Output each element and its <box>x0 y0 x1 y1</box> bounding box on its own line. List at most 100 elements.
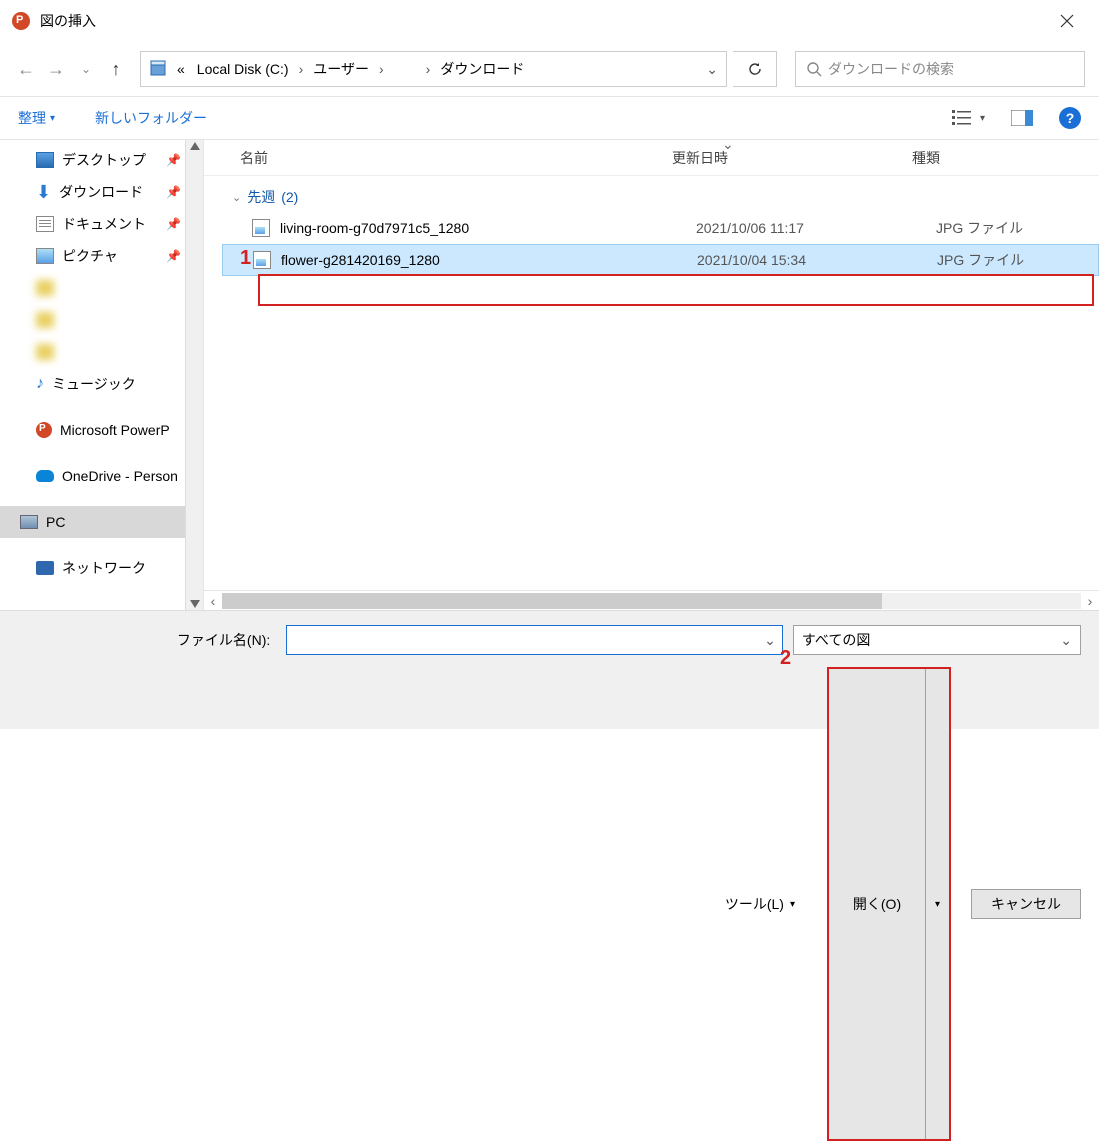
chevron-right-icon: › <box>297 61 306 77</box>
file-name: flower-g281420169_1280 <box>281 252 697 268</box>
sidebar-item[interactable]: OneDrive - Person <box>0 460 203 492</box>
titlebar: 図の挿入 <box>0 0 1099 42</box>
sidebar-item[interactable]: PC <box>0 506 203 538</box>
chevron-down-icon: ▾ <box>790 899 795 910</box>
new-folder-button[interactable]: 新しいフォルダー <box>95 108 207 128</box>
preview-pane-button[interactable] <box>1011 110 1033 126</box>
pin-icon: 📌 <box>166 185 181 199</box>
file-name: living-room-g70d7971c5_1280 <box>280 220 696 236</box>
group-label: 先週 <box>247 187 275 207</box>
sidebar-item-label: OneDrive - Person <box>62 468 178 484</box>
organize-button[interactable]: 整理▾ <box>18 108 55 128</box>
back-arrow-icon[interactable]: ← <box>14 57 38 81</box>
breadcrumb-part[interactable]: ダウンロード <box>436 57 528 81</box>
sidebar-item-label: Microsoft PowerP <box>60 422 170 438</box>
file-date: 2021/10/06 11:17 <box>696 220 936 236</box>
pin-icon: 📌 <box>166 153 181 167</box>
view-details-button[interactable]: ▾ <box>952 109 985 127</box>
sidebar-item[interactable]: Microsoft PowerP <box>0 414 203 446</box>
chevron-right-icon: › <box>377 61 386 77</box>
filename-input[interactable]: ⌄ <box>286 625 783 655</box>
sidebar-scrollbar[interactable] <box>185 140 203 610</box>
search-input[interactable]: ダウンロードの検索 <box>795 51 1085 87</box>
bottom-panel: ファイル名(N): ⌄ すべての図 ⌄ ツール(L) ▾ 開く(O) ▾ キャン… <box>0 610 1099 729</box>
sidebar-item-label: PC <box>46 514 65 530</box>
dropdown-history-icon[interactable]: ⌄ <box>74 57 98 81</box>
folder-icon <box>36 280 54 296</box>
column-date[interactable]: ⌄ 更新日時 <box>672 148 912 168</box>
address-bar[interactable]: « Local Disk (C:) › ユーザー › › ダウンロード ⌄ <box>140 51 727 87</box>
chevron-down-icon: ▾ <box>935 899 940 910</box>
sidebar-item[interactable] <box>0 304 203 336</box>
file-row[interactable]: flower-g281420169_12802021/10/04 15:34JP… <box>222 244 1099 276</box>
group-count: (2) <box>281 189 298 205</box>
help-icon[interactable]: ? <box>1059 107 1081 129</box>
breadcrumb-part[interactable] <box>390 67 420 71</box>
chevron-down-icon[interactable]: ⌄ <box>764 632 776 649</box>
scroll-left-icon[interactable]: ‹ <box>204 593 222 609</box>
sidebar-item-label: ミュージック <box>52 374 136 394</box>
network-icon <box>36 561 54 575</box>
close-icon[interactable] <box>1047 1 1087 41</box>
file-date: 2021/10/04 15:34 <box>697 252 937 268</box>
sidebar-item-label: ネットワーク <box>62 558 146 578</box>
sidebar-item[interactable] <box>0 272 203 304</box>
h-scrollbar[interactable]: ‹ › <box>204 590 1099 610</box>
sidebar-item[interactable]: ピクチャ📌 <box>0 240 203 272</box>
file-area: 名前 ⌄ 更新日時 種類 ⌄ 先週 (2) living-room-g70d79… <box>204 140 1099 610</box>
filetype-dropdown[interactable]: すべての図 ⌄ <box>793 625 1081 655</box>
music-icon: ♪ <box>36 375 44 393</box>
chevron-down-icon: ▾ <box>980 113 985 124</box>
forward-arrow-icon[interactable]: → <box>44 57 68 81</box>
disk-icon <box>149 59 169 79</box>
sidebar-item-label: ダウンロード <box>59 182 143 202</box>
download-icon: ⬇ <box>36 183 51 201</box>
sidebar: デスクトップ 📌 ⬇ ダウンロード 📌 ドキュメント 📌 ピクチャ📌 ♪ ミュージック Micros… <box>0 140 204 610</box>
filename-label: ファイル名(N): <box>18 630 276 650</box>
refresh-button[interactable] <box>733 51 777 87</box>
sidebar-item[interactable]: デスクトップ 📌 <box>0 144 203 176</box>
breadcrumb-prefix: « <box>173 59 189 79</box>
sidebar-item-label: ドキュメント <box>62 214 146 234</box>
pc-icon <box>20 515 38 529</box>
folder-icon <box>36 344 54 360</box>
up-arrow-icon[interactable]: ↑ <box>104 57 128 81</box>
document-icon <box>36 216 54 232</box>
sidebar-item[interactable]: ⬇ ダウンロード 📌 <box>0 176 203 208</box>
file-type: JPG ファイル <box>937 250 1024 270</box>
chevron-down-icon: ⌄ <box>1060 632 1072 649</box>
cancel-button[interactable]: キャンセル <box>971 889 1081 919</box>
chevron-down-icon[interactable]: ⌄ <box>706 61 718 78</box>
open-button[interactable]: 開く(O) ▾ <box>827 667 951 1141</box>
picture-icon <box>36 248 54 264</box>
column-headers: 名前 ⌄ 更新日時 種類 <box>204 140 1099 176</box>
sidebar-item[interactable]: ドキュメント 📌 <box>0 208 203 240</box>
file-list: ⌄ 先週 (2) living-room-g70d7971c5_12802021… <box>204 176 1099 590</box>
scroll-right-icon[interactable]: › <box>1081 593 1099 609</box>
chevron-down-icon: ⌄ <box>232 191 241 204</box>
scroll-thumb[interactable] <box>222 593 882 609</box>
sidebar-item[interactable] <box>0 336 203 368</box>
file-row[interactable]: living-room-g70d7971c5_12802021/10/06 11… <box>222 212 1099 244</box>
app-icon <box>12 12 30 30</box>
sidebar-item[interactable]: ネットワーク <box>0 552 203 584</box>
column-type[interactable]: 種類 <box>912 148 1032 168</box>
open-split-button[interactable]: ▾ <box>925 669 949 1139</box>
breadcrumb-part[interactable]: ユーザー <box>309 57 373 81</box>
annotation-2: 2 <box>780 647 791 670</box>
sidebar-item-label: デスクトップ <box>62 150 146 170</box>
image-file-icon <box>252 219 270 237</box>
group-header[interactable]: ⌄ 先週 (2) <box>222 182 1099 212</box>
window-title: 図の挿入 <box>40 11 96 31</box>
sidebar-item-label: ピクチャ <box>62 246 118 266</box>
image-file-icon <box>253 251 271 269</box>
file-type: JPG ファイル <box>936 218 1023 238</box>
scroll-track[interactable] <box>222 593 1081 609</box>
filetype-value: すべての図 <box>802 630 870 650</box>
column-name[interactable]: 名前 <box>232 148 672 168</box>
pin-icon: 📌 <box>166 217 181 231</box>
tools-button[interactable]: ツール(L) ▾ <box>725 894 795 914</box>
sidebar-item[interactable]: ♪ ミュージック <box>0 368 203 400</box>
annotation-1: 1 <box>240 247 251 270</box>
breadcrumb-part[interactable]: Local Disk (C:) <box>193 59 293 79</box>
